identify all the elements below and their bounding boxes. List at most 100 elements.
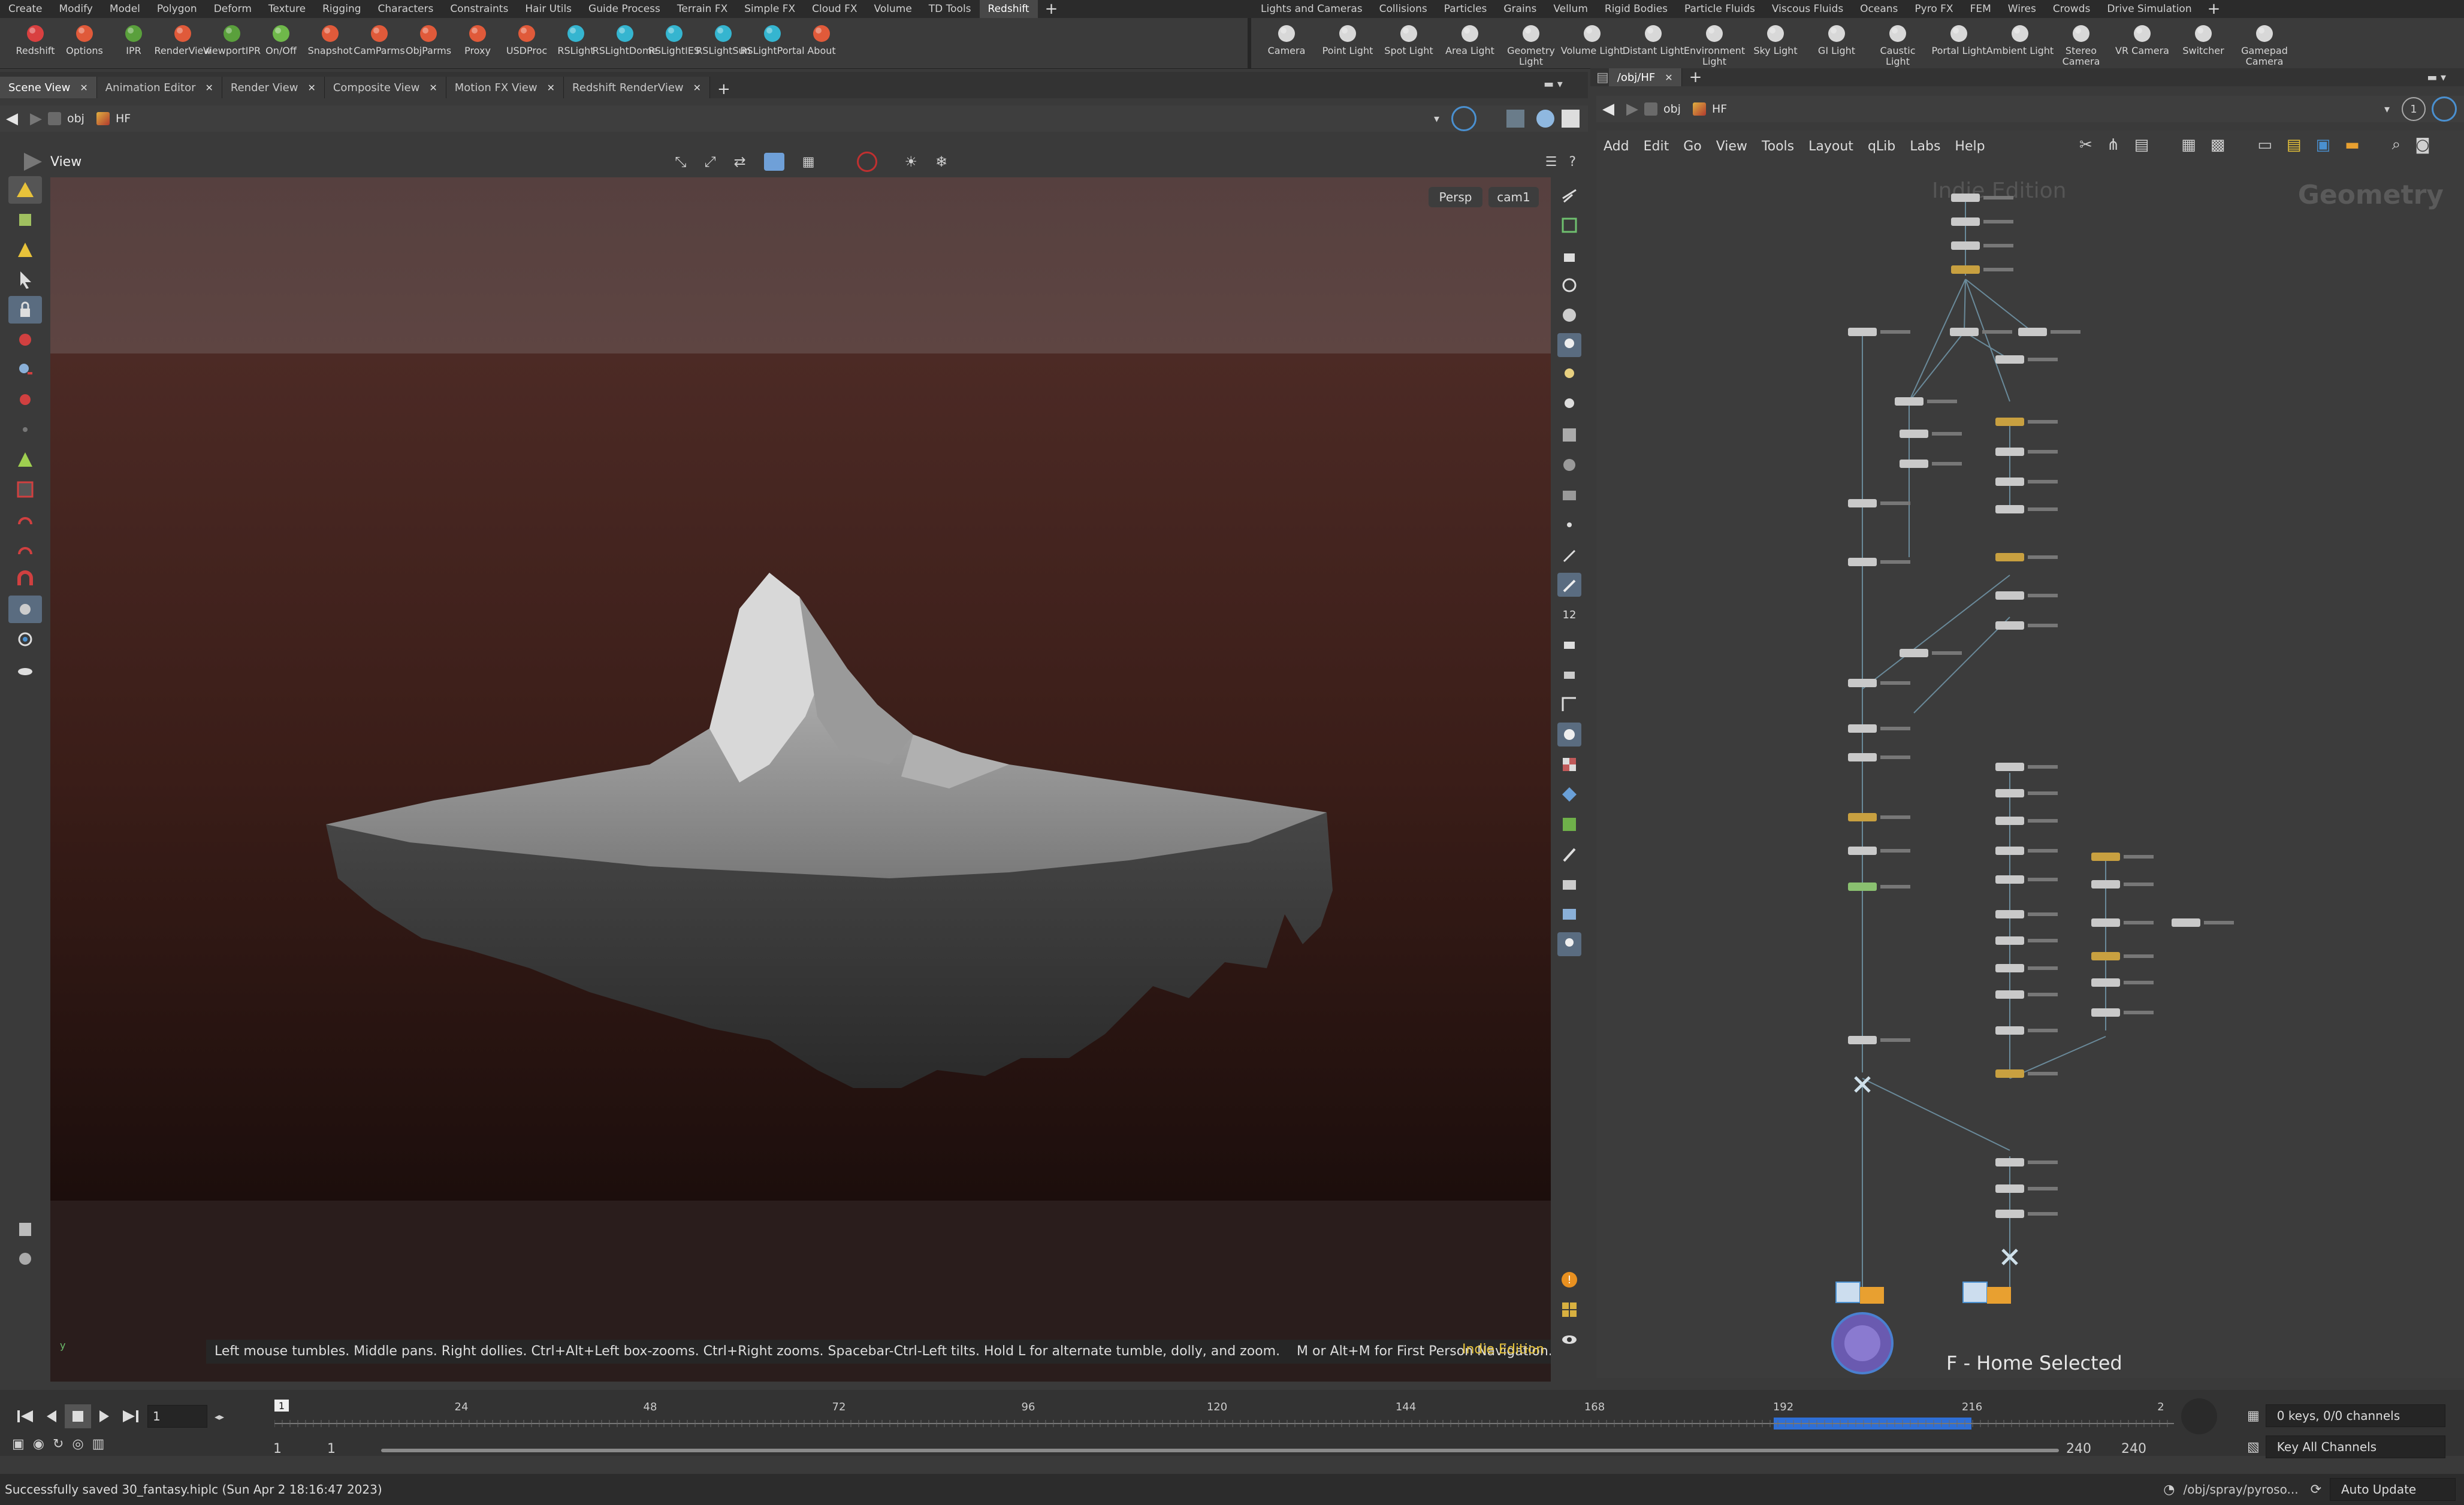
sim-icon[interactable]: ◎	[72, 1437, 83, 1452]
tree-icon[interactable]: ⋔	[2107, 136, 2120, 154]
menu-right-8[interactable]: Oceans	[1852, 0, 1906, 18]
network-node[interactable]	[1900, 460, 1928, 468]
shelf-tool-viewportipr[interactable]: ViewportIPR	[203, 18, 261, 56]
handle-tool-icon[interactable]	[8, 236, 42, 264]
display-toggle-icon[interactable]: ☰	[1545, 155, 1557, 170]
select-tool-icon[interactable]	[8, 176, 42, 204]
number-display-icon[interactable]: 12	[1557, 603, 1581, 627]
target-tool-icon[interactable]	[8, 625, 42, 653]
network-node[interactable]	[2091, 978, 2120, 987]
step-back-icon[interactable]	[38, 1404, 65, 1428]
shelf-tool-rslighties[interactable]: RSLightIES	[648, 18, 700, 56]
list-icon[interactable]: ▤	[2134, 136, 2149, 154]
tiles-view-icon[interactable]: ▩	[2211, 136, 2226, 154]
bones-icon[interactable]	[1557, 842, 1581, 866]
network-node[interactable]	[1848, 724, 1877, 733]
shelf-tool-options[interactable]: Options	[60, 18, 109, 56]
chat-icon[interactable]: ◔	[2163, 1482, 2175, 1497]
camera-settings-icon[interactable]: ❄	[935, 153, 947, 170]
network-node[interactable]	[1951, 241, 1980, 250]
network-menu-go[interactable]: Go	[1676, 139, 1709, 154]
network-node[interactable]	[1995, 1210, 2024, 1218]
eraser-icon[interactable]	[1557, 633, 1581, 657]
shelf-tool-ambient-light[interactable]: Ambient Light	[1986, 18, 2054, 56]
shelf-tool-caustic-light[interactable]: Caustic Light	[1867, 18, 1928, 67]
stop-button[interactable]	[65, 1404, 91, 1428]
shelf-tool-gamepad-camera[interactable]: Gamepad Camera	[2234, 18, 2295, 67]
menu-left-1[interactable]: Modify	[51, 0, 101, 18]
network-node[interactable]	[1848, 558, 1877, 566]
light-icon[interactable]	[1557, 333, 1581, 357]
network-pane-menu-icon[interactable]: ▬ ▾	[2427, 71, 2446, 84]
menu-right-13[interactable]: Drive Simulation	[2098, 0, 2200, 18]
pane-tab-animation-editor[interactable]: Animation Editor ✕	[96, 77, 222, 98]
net-crumb-hf[interactable]: HF	[1692, 102, 1727, 116]
network-node[interactable]	[1995, 478, 2024, 486]
menu-right-12[interactable]: Crowds	[2045, 0, 2098, 18]
back-arrow-icon[interactable]: ◀	[0, 110, 24, 128]
menu-left-16[interactable]: Redshift	[979, 0, 1038, 18]
network-node[interactable]	[1848, 847, 1877, 855]
net-path-dropdown-icon[interactable]: ▾	[2384, 103, 2390, 116]
network-node[interactable]	[1995, 621, 2024, 630]
network-menu-tools[interactable]: Tools	[1755, 139, 1801, 154]
close-icon[interactable]: ✕	[206, 82, 213, 93]
keys-info-field[interactable]: 0 keys, 0/0 channels	[2265, 1404, 2445, 1427]
network-node[interactable]	[1848, 883, 1877, 891]
magnet-icon[interactable]	[8, 566, 42, 593]
select-mode-icon[interactable]: ⤡	[675, 153, 686, 170]
checker-icon[interactable]	[1557, 753, 1581, 776]
network-node[interactable]	[2091, 880, 2120, 889]
network-node[interactable]	[1950, 328, 1979, 336]
network-node[interactable]	[1895, 397, 1924, 406]
shelf-tool-camera[interactable]: Camera	[1256, 18, 1317, 56]
secure-selection-icon[interactable]: ⇄	[734, 153, 746, 170]
menu-right-0[interactable]: Lights and Cameras	[1252, 0, 1371, 18]
menu-right-4[interactable]: Vellum	[1545, 0, 1596, 18]
pin-location-icon[interactable]	[1557, 932, 1581, 956]
file-icon[interactable]	[8, 1215, 42, 1243]
pane-tab-composite-view[interactable]: Composite View ✕	[324, 77, 446, 98]
menu-left-7[interactable]: Characters	[370, 0, 442, 18]
background-icon[interactable]	[1562, 110, 1580, 128]
network-pane-icon[interactable]: ▤	[1596, 70, 1609, 85]
network-node[interactable]	[1900, 649, 1928, 657]
key-channels-icon[interactable]: ▦	[2247, 1409, 2260, 1424]
shelf-divider[interactable]	[1248, 18, 1251, 68]
shelf-tool-vr-camera[interactable]: VR Camera	[2112, 18, 2173, 56]
play-icon[interactable]	[91, 1404, 117, 1428]
network-menu-edit[interactable]: Edit	[1636, 139, 1677, 154]
network-node[interactable]	[1848, 328, 1877, 336]
network-node[interactable]	[1995, 964, 2024, 972]
network-node[interactable]	[1900, 430, 1928, 438]
path-crumb-obj[interactable]: obj	[48, 112, 84, 125]
pane-menu-icon[interactable]: ▬ ▾	[1544, 78, 1563, 90]
shelf-tool-usdproc[interactable]: USDProc	[502, 18, 551, 56]
scene-viewport[interactable]: Persp cam1 Left mouse tumbles. Middle pa…	[50, 177, 1551, 1382]
sticky-note-icon[interactable]: ▤	[2287, 136, 2302, 154]
shelf-tool-redshift[interactable]: Redshift	[11, 18, 60, 56]
network-node[interactable]	[1995, 1184, 2024, 1193]
pane-tab-motion-fx-view[interactable]: Motion FX View ✕	[446, 77, 564, 98]
network-node[interactable]	[1995, 1026, 2024, 1035]
network-node[interactable]	[1995, 990, 2024, 999]
layout-icon[interactable]	[1557, 1298, 1581, 1322]
network-menu-view[interactable]: View	[1709, 139, 1755, 154]
shelf-tool-area-light[interactable]: Area Light	[1439, 18, 1500, 56]
curve-icon[interactable]	[1557, 693, 1581, 717]
shelf-tool-camparms[interactable]: CamParms	[354, 18, 405, 56]
frame-step-icon[interactable]: ◂▸	[215, 1411, 224, 1422]
network-menu-help[interactable]: Help	[1947, 139, 1992, 154]
texture-icon[interactable]	[1557, 423, 1581, 447]
shelf-tool-about[interactable]: About	[797, 18, 846, 56]
lock-icon[interactable]	[1557, 243, 1581, 267]
ghost-icon[interactable]	[1557, 273, 1581, 297]
stop-icon[interactable]	[856, 152, 877, 172]
menu-left-8[interactable]: Constraints	[442, 0, 517, 18]
key-all-icon[interactable]: ▧	[2247, 1440, 2260, 1455]
point-display-icon[interactable]	[1557, 513, 1581, 537]
network-node[interactable]	[2091, 952, 2120, 960]
grid-view-icon[interactable]: ▦	[2181, 136, 2196, 154]
layer-icon[interactable]	[1557, 872, 1581, 896]
network-node[interactable]	[1848, 679, 1877, 687]
